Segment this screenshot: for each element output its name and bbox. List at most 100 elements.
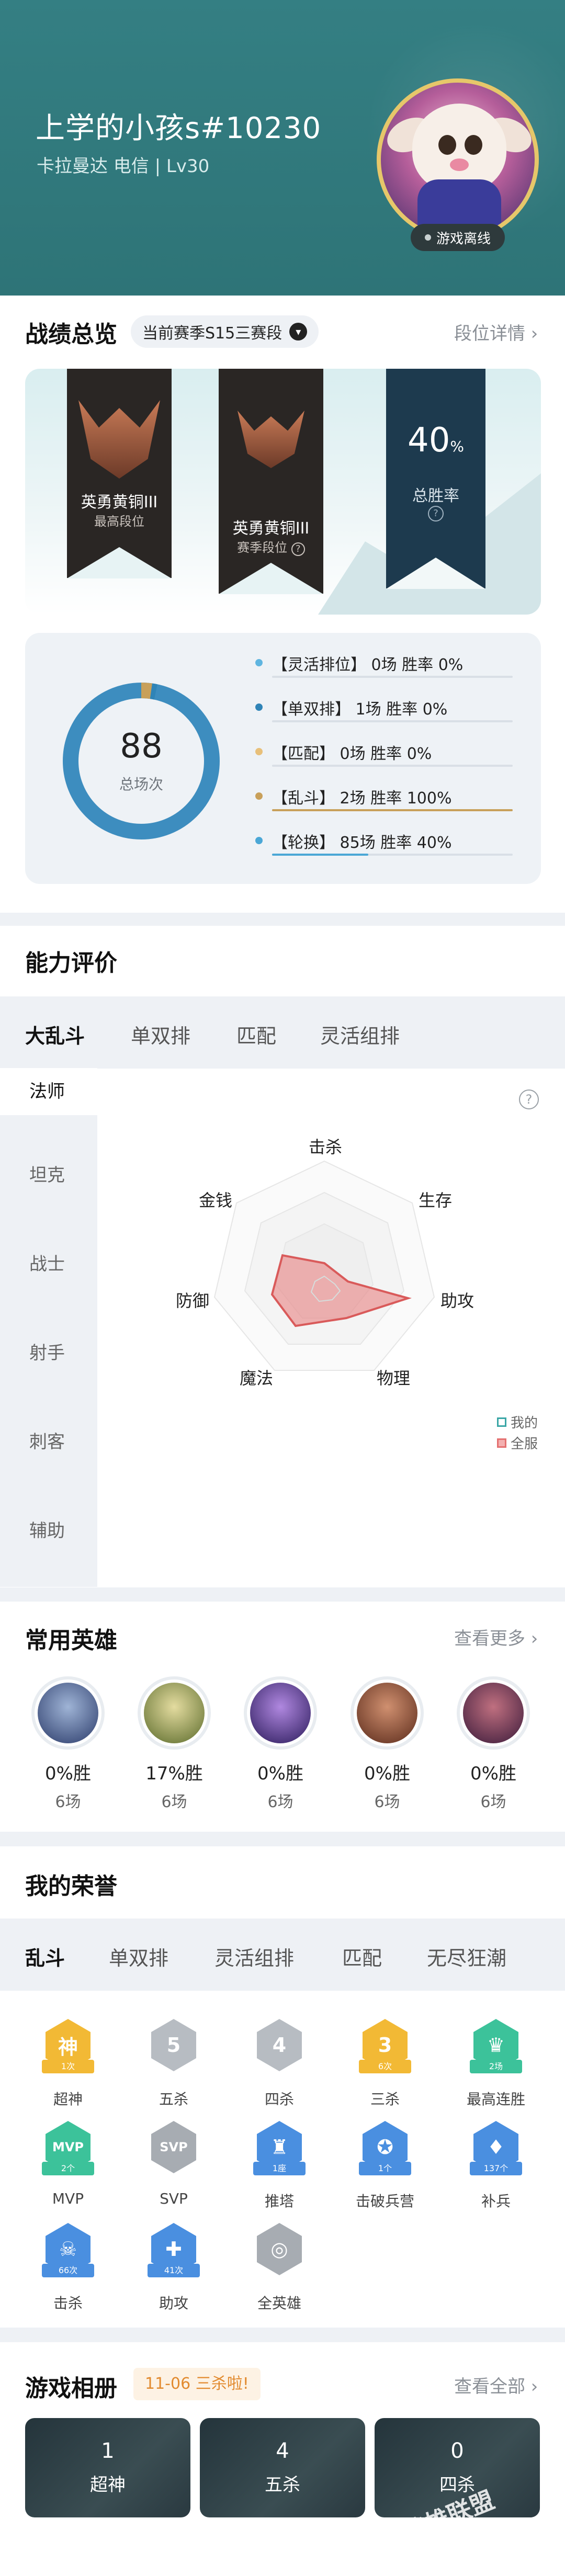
tab-solo-duo[interactable]: 单双排 <box>131 1020 190 1049</box>
win-rate-value-row: 40% <box>386 421 485 460</box>
role-mage[interactable]: 法师 <box>0 1068 97 1115</box>
hero-game-count: 6场 <box>161 1793 187 1811</box>
rank-detail-link[interactable]: 段位详情 › <box>454 319 538 345</box>
hero-win-rate: 0%胜 <box>45 1763 91 1784</box>
help-icon[interactable]: ? <box>291 542 305 556</box>
avatar[interactable] <box>377 78 539 241</box>
album-more-link[interactable]: 查看全部 › <box>454 2372 538 2398</box>
mode-progress-track <box>272 720 513 722</box>
tab-flex[interactable]: 灵活组排 <box>320 1020 400 1049</box>
highest-rank-name: 英勇黄铜III <box>81 493 158 512</box>
role-assassin[interactable]: 刺客 <box>0 1418 97 1466</box>
mode-text: 【乱斗】 2场 胜率 100% <box>272 789 452 808</box>
honor-badge[interactable]: ♛ 2场 最高连胜 <box>457 2019 535 2109</box>
honor-badge[interactable]: 4 四杀 <box>240 2019 319 2109</box>
win-rate-value: 40 <box>407 421 450 460</box>
season-rank-name: 英勇黄铜III <box>232 519 310 538</box>
hero-win-rate: 0%胜 <box>470 1763 516 1784</box>
help-icon[interactable]: ? <box>428 506 444 521</box>
role-tank[interactable]: 坦克 <box>0 1152 97 1199</box>
heroes-title: 常用英雄 <box>25 1627 117 1654</box>
legend-mine: 我的 <box>497 1412 538 1432</box>
album-more-text: 查看全部 <box>454 2376 525 2397</box>
player-name: 上学的小孩s#10230 <box>36 111 322 145</box>
help-icon[interactable]: ? <box>519 1090 539 1109</box>
chevron-down-icon: ▾ <box>289 323 308 341</box>
honor-badge[interactable]: 3 6次 三杀 <box>346 2019 424 2109</box>
honor-badge[interactable]: ♜ 1座 推塔 <box>240 2121 319 2211</box>
tab-solo-duo[interactable]: 单双排 <box>109 1942 168 1971</box>
honor-badge[interactable]: ✪ 1个 击破兵营 <box>346 2121 424 2211</box>
hero-win-rate: 17%胜 <box>145 1763 203 1784</box>
mode-text: 【灵活排位】 0场 胜率 0% <box>272 656 464 674</box>
album-item[interactable]: 4 五杀 <box>200 2418 365 2517</box>
hero-item[interactable]: 0%胜 6场 <box>351 1676 424 1812</box>
mode-row: 【单双排】 1场 胜率 0% <box>255 693 517 724</box>
heroes-more-link[interactable]: 查看更多 › <box>454 1624 538 1650</box>
honor-badge[interactable]: 5 五杀 <box>134 2019 213 2109</box>
badge-count: 1座 <box>253 2162 306 2175</box>
radar-axis-defense: 防御 <box>176 1291 210 1311</box>
role-fighter[interactable]: 战士 <box>0 1241 97 1288</box>
album-title: 游戏相册 <box>25 2375 117 2402</box>
radar-axis-survival: 生存 <box>419 1190 453 1210</box>
record-title: 战绩总览 <box>25 321 117 348</box>
badge-count: 2场 <box>470 2060 522 2073</box>
hero-win-rate: 0%胜 <box>257 1763 303 1784</box>
tab-normal[interactable]: 匹配 <box>236 1020 276 1049</box>
hero-image <box>357 1683 417 1743</box>
hero-portrait <box>457 1676 530 1750</box>
honor-badge[interactable]: ✚ 41次 助攻 <box>134 2223 213 2313</box>
honor-badge[interactable]: ♦ 137个 补兵 <box>457 2121 535 2211</box>
win-rate-label: 总胜率 <box>412 487 459 505</box>
album-item[interactable]: 1 超神 <box>25 2418 190 2517</box>
chevron-right-icon: › <box>525 323 538 344</box>
role-support[interactable]: 辅助 <box>0 1507 97 1554</box>
ability-tabs: 大乱斗 单双排 匹配 灵活组排 <box>0 996 565 1069</box>
honor-title: 我的荣誉 <box>25 1873 117 1900</box>
role-marksman[interactable]: 射手 <box>0 1330 97 1377</box>
hero-portrait <box>31 1676 105 1750</box>
season-rank-banner: 英勇黄铜III 赛季段位 ? <box>219 369 323 594</box>
hero-item[interactable]: 17%胜 6场 <box>138 1676 211 1812</box>
album-count: 4 <box>276 2439 289 2463</box>
tab-brawl[interactable]: 大乱斗 <box>25 1020 85 1049</box>
profile-header: 上学的小孩s#10230 卡拉曼达 电信 | Lv30 游戏离线 <box>0 0 565 296</box>
honor-badge[interactable]: 神 1次 超神 <box>29 2019 107 2109</box>
status-dot-icon <box>424 234 431 241</box>
hero-item[interactable]: 0%胜 6场 <box>244 1676 317 1812</box>
mode-dot-icon <box>255 792 263 800</box>
album-date-tag[interactable]: 11-06 三杀啦! <box>133 2368 261 2400</box>
honor-badge[interactable]: MVP 2个 MVP <box>29 2121 107 2207</box>
hero-item[interactable]: 0%胜 6场 <box>457 1676 530 1812</box>
hero-game-count: 6场 <box>55 1793 81 1811</box>
tab-normal[interactable]: 匹配 <box>342 1942 382 1971</box>
album-label: 超神 <box>90 2475 126 2495</box>
season-selector[interactable]: 当前赛季S15三赛段 ▾ <box>131 315 319 348</box>
mode-dot-icon <box>255 703 263 711</box>
tab-flex[interactable]: 灵活组排 <box>214 1942 294 1971</box>
hero-win-rate: 0%胜 <box>364 1763 410 1784</box>
tab-endless[interactable]: 无尽狂潮 <box>427 1942 506 1971</box>
season-rank-label-row: 赛季段位 ? <box>219 537 323 556</box>
album-count: 0 <box>450 2439 464 2463</box>
legend-all-text: 全服 <box>511 1436 538 1452</box>
online-status-badge: 游戏离线 <box>411 224 505 251</box>
total-games-value: 88 <box>120 727 163 766</box>
legend-all-swatch <box>497 1438 506 1448</box>
tab-brawl[interactable]: 乱斗 <box>25 1942 65 1971</box>
hero-game-count: 6场 <box>374 1793 400 1811</box>
hero-image <box>144 1683 205 1743</box>
mode-text: 【单双排】 1场 胜率 0% <box>272 700 448 719</box>
badge-label: 助攻 <box>159 2295 188 2312</box>
honor-badge[interactable]: ☠ 66次 击杀 <box>29 2223 107 2313</box>
honor-badge[interactable]: ◎ 全英雄 <box>240 2223 319 2313</box>
hero-game-count: 6场 <box>480 1793 506 1811</box>
badge-label: SVP <box>160 2190 188 2207</box>
radar-axis-physical: 物理 <box>377 1368 411 1388</box>
hero-item[interactable]: 0%胜 6场 <box>31 1676 105 1812</box>
badge-label: 击破兵营 <box>355 2193 414 2210</box>
win-rate-unit: % <box>450 438 465 455</box>
role-menu: 法师 坦克 战士 射手 刺客 辅助 <box>0 1068 97 1587</box>
honor-badge[interactable]: SVP SVP <box>134 2121 213 2207</box>
